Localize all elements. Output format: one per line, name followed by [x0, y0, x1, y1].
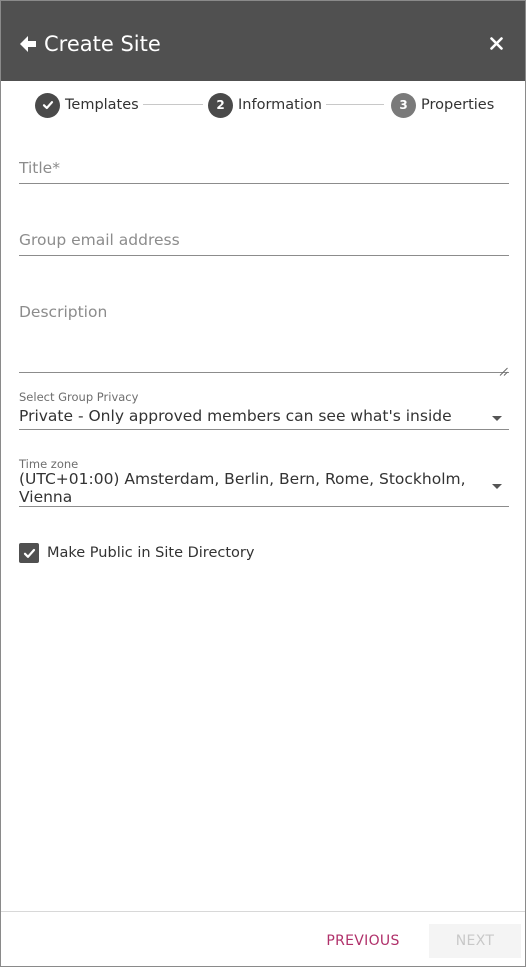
- privacy-label: Select Group Privacy: [19, 390, 139, 404]
- chevron-down-icon: [492, 416, 502, 421]
- privacy-field: Select Group Privacy Private - Only appr…: [19, 390, 509, 430]
- checkmark-icon: [42, 101, 53, 110]
- next-button[interactable]: NEXT: [429, 924, 521, 958]
- step-templates[interactable]: Templates: [35, 91, 139, 119]
- wizard-stepper: Templates 2 Information 3 Properties: [1, 89, 525, 121]
- privacy-select[interactable]: Private - Only approved members can see …: [19, 404, 509, 430]
- step-label: Properties: [421, 97, 495, 113]
- step-connector: [143, 104, 203, 105]
- step-number-marker: 3: [391, 92, 416, 118]
- group-email-input[interactable]: [19, 231, 509, 256]
- description-textarea[interactable]: [19, 295, 509, 373]
- timezone-label: Time zone: [19, 457, 79, 471]
- step-label: Information: [238, 97, 322, 113]
- resize-grip-icon[interactable]: [499, 367, 508, 376]
- wizard-footer: PREVIOUS NEXT: [1, 911, 525, 967]
- public-directory-option: Make Public in Site Directory: [19, 542, 254, 564]
- step-connector: [326, 104, 384, 105]
- title-field: [19, 159, 509, 184]
- arrow-left-icon: [20, 36, 36, 52]
- step-number-marker: 2: [208, 92, 233, 118]
- panel-header: Create Site: [1, 1, 525, 81]
- email-field: [19, 231, 509, 256]
- previous-button[interactable]: PREVIOUS: [317, 924, 409, 958]
- chevron-down-icon: [492, 484, 502, 489]
- panel-title: Create Site: [44, 32, 161, 56]
- timezone-value: (UTC+01:00) Amsterdam, Berlin, Bern, Rom…: [19, 470, 466, 506]
- close-icon: [489, 36, 503, 50]
- privacy-value: Private - Only approved members can see …: [19, 407, 452, 425]
- timezone-field: Time zone (UTC+01:00) Amsterdam, Berlin,…: [19, 458, 509, 507]
- step-information[interactable]: 2 Information: [208, 91, 322, 119]
- description-field: [19, 295, 509, 378]
- close-button[interactable]: [485, 32, 507, 54]
- timezone-select[interactable]: (UTC+01:00) Amsterdam, Berlin, Bern, Rom…: [19, 470, 509, 507]
- back-button[interactable]: [15, 31, 41, 57]
- public-directory-checkbox[interactable]: [19, 543, 39, 563]
- step-properties[interactable]: 3 Properties: [391, 91, 494, 119]
- public-directory-label: Make Public in Site Directory: [47, 545, 255, 561]
- step-label: Templates: [65, 97, 139, 113]
- create-site-panel: Create Site Templates 2 Information 3 Pr…: [0, 0, 526, 967]
- title-input[interactable]: [19, 159, 509, 184]
- step-completed-marker: [35, 92, 60, 118]
- checkmark-icon: [23, 548, 35, 558]
